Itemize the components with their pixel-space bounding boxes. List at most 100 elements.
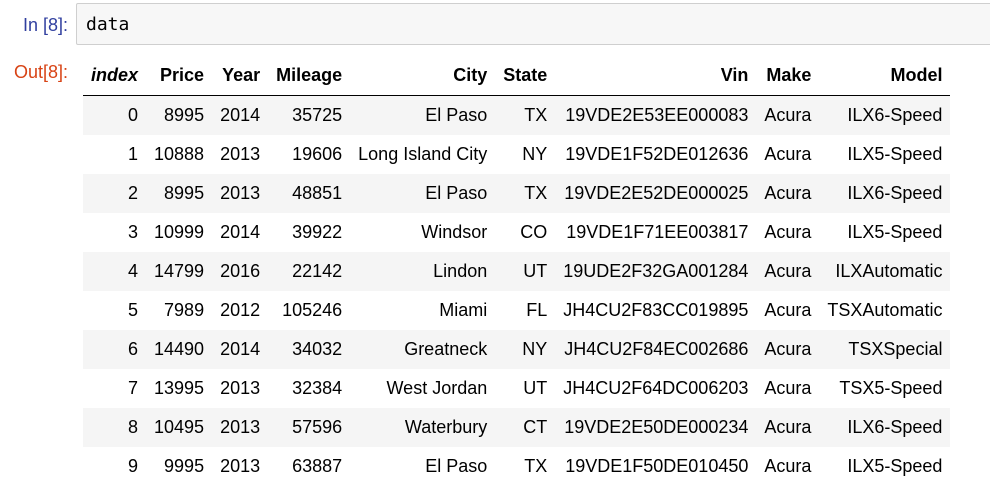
row-index-cell: 4 — [128, 261, 139, 281]
cell-year: 2014 — [220, 105, 261, 125]
cell-city: Lindon — [433, 261, 488, 281]
table-row: 7 13995 2013 32384 West Jordan UT JH4CU2F64DC0… — [83, 369, 951, 408]
cell-model: ILX6-Speed — [847, 105, 943, 125]
cell-mileage: 39922 — [292, 222, 343, 242]
code-text[interactable]: data — [86, 14, 129, 36]
cell-year: 2014 — [220, 339, 261, 359]
cell-price: 13995 — [154, 378, 205, 398]
cell-price: 8995 — [164, 105, 205, 125]
cell-model: ILXAutomatic — [835, 261, 943, 281]
table-body: 0 8995 2014 35725 El Paso TX 19VDE2E53EE000083… — [83, 95, 951, 486]
cell-make: Acura — [764, 222, 812, 242]
output-prompt: Out[8]: — [13, 62, 68, 82]
cell-price: 14799 — [154, 261, 205, 281]
cell-state: TX — [524, 456, 548, 476]
cell-year: 2016 — [220, 261, 261, 281]
cell-make: Acura — [764, 183, 812, 203]
cell-city: El Paso — [425, 105, 488, 125]
cell-mileage: 57596 — [292, 417, 343, 437]
cell-model: TSX5-Speed — [839, 378, 943, 398]
cell-vin: 19VDE2E53EE000083 — [565, 105, 749, 125]
cell-vin: JH4CU2F84EC002686 — [564, 339, 749, 359]
cell-state: FL — [526, 300, 548, 320]
cell-state: UT — [523, 261, 548, 281]
cell-city: El Paso — [425, 456, 488, 476]
cell-price: 10999 — [154, 222, 205, 242]
cell-year: 2014 — [220, 222, 261, 242]
cell-city: Greatneck — [404, 339, 488, 359]
cell-year: 2013 — [220, 183, 261, 203]
cell-mileage: 34032 — [292, 339, 343, 359]
cell-price: 7989 — [164, 300, 205, 320]
cell-make: Acura — [764, 378, 812, 398]
cell-city: Miami — [439, 300, 488, 320]
cell-mileage: 105246 — [282, 300, 343, 320]
cell-city: Long Island City — [358, 144, 488, 164]
cell-vin: 19VDE2E52DE000025 — [564, 183, 749, 203]
column-header-city: City — [350, 56, 496, 96]
row-index-cell: 0 — [128, 105, 139, 125]
cell-mileage: 22142 — [292, 261, 343, 281]
table-row: 8 10495 2013 57596 Waterbury CT 19VDE2E50DE000… — [83, 408, 951, 447]
cell-price: 9995 — [164, 456, 205, 476]
cell-make: Acura — [764, 300, 812, 320]
table-header-row: index Price Year Mileage City State Vin Make Mod… — [83, 56, 951, 96]
cell-state: TX — [524, 183, 548, 203]
cell-state: UT — [523, 378, 548, 398]
code-input-area[interactable]: data — [76, 3, 990, 45]
cell-state: CT — [523, 417, 548, 437]
row-index-cell: 1 — [128, 144, 139, 164]
table-row: 3 10999 2014 39922 Windsor CO 19VDE1F71EE00381… — [83, 213, 951, 252]
cell-year: 2013 — [220, 417, 261, 437]
column-header-year: Year — [212, 56, 269, 96]
notebook-cell: In [8]: data Out[8]: index Price Year Milea… — [0, 0, 990, 487]
column-header-model: Model — [819, 56, 951, 96]
table-row: 0 8995 2014 35725 El Paso TX 19VDE2E53EE000083… — [83, 95, 951, 135]
table-row: 5 7989 2012 105246 Miami FL JH4CU2F83CC019895 A… — [83, 291, 951, 330]
row-index-cell: 5 — [128, 300, 139, 320]
cell-make: Acura — [764, 339, 812, 359]
row-index-cell: 7 — [128, 378, 139, 398]
cell-vin: JH4CU2F64DC006203 — [563, 378, 749, 398]
cell-mileage: 63887 — [292, 456, 343, 476]
row-index-cell: 3 — [128, 222, 139, 242]
cell-year: 2013 — [220, 144, 261, 164]
row-index-cell: 2 — [128, 183, 139, 203]
table-row: 9 9995 2013 63887 El Paso TX 19VDE1F50DE010450… — [83, 447, 951, 486]
table-row: 4 14799 2016 22142 Lindon UT 19UDE2F32GA001284… — [83, 252, 951, 291]
cell-model: ILX5-Speed — [847, 456, 943, 476]
cell-model: TSXSpecial — [848, 339, 943, 359]
cell-vin: 19VDE2E50DE000234 — [564, 417, 749, 437]
cell-price: 10495 — [154, 417, 205, 437]
cell-make: Acura — [764, 144, 812, 164]
table-row: 6 14490 2014 34032 Greatneck NY JH4CU2F84EC002… — [83, 330, 951, 369]
cell-year: 2013 — [220, 378, 261, 398]
cell-state: NY — [522, 144, 548, 164]
cell-city: El Paso — [425, 183, 488, 203]
cell-year: 2013 — [220, 456, 261, 476]
cell-make: Acura — [764, 456, 812, 476]
cell-vin: JH4CU2F83CC019895 — [563, 300, 749, 320]
cell-model: ILX5-Speed — [847, 144, 943, 164]
column-header-vin: Vin — [555, 56, 757, 96]
cell-year: 2012 — [220, 300, 261, 320]
column-header-mileage: Mileage — [268, 56, 351, 96]
cell-model: ILX6-Speed — [847, 183, 943, 203]
cell-mileage: 35725 — [292, 105, 343, 125]
cell-mileage: 48851 — [292, 183, 343, 203]
dataframe-table: index Price Year Mileage City State Vin Make Mod… — [83, 56, 951, 486]
column-header-price: Price — [146, 56, 213, 96]
column-header-make: Make — [756, 56, 820, 96]
cell-mileage: 19606 — [292, 144, 343, 164]
cell-vin: 19VDE1F50DE010450 — [565, 456, 749, 476]
cell-make: Acura — [764, 417, 812, 437]
cell-mileage: 32384 — [292, 378, 343, 398]
column-header-state: State — [495, 56, 556, 96]
table-row: 2 8995 2013 48851 El Paso TX 19VDE2E52DE000025… — [83, 174, 951, 213]
cell-vin: 19VDE1F71EE003817 — [566, 222, 749, 242]
cell-vin: 19VDE1F52DE012636 — [565, 144, 749, 164]
row-index-cell: 6 — [128, 339, 139, 359]
cell-model: ILX5-Speed — [847, 222, 943, 242]
cell-price: 14490 — [154, 339, 205, 359]
cell-price: 10888 — [154, 144, 205, 164]
